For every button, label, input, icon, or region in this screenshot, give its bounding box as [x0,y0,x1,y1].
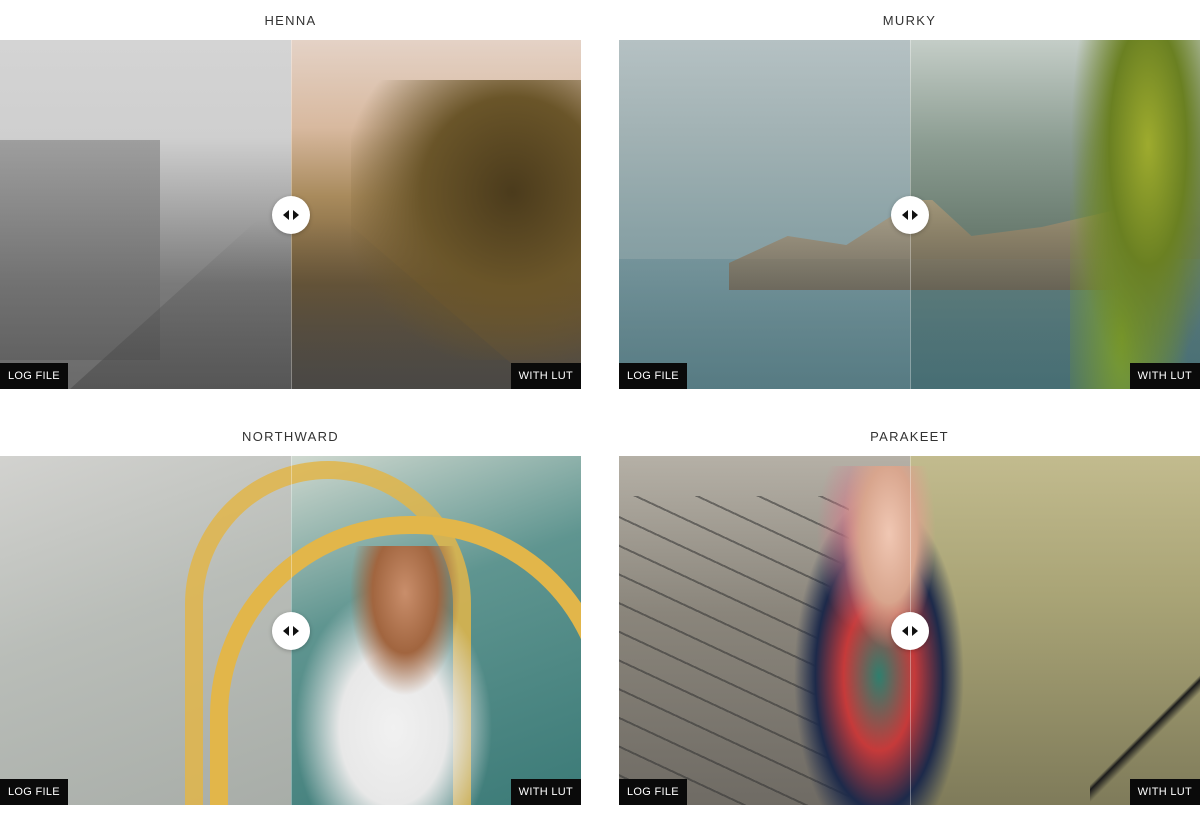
lut-comparison-gallery: HENNA LOG FILE WITH LUT MURKY LOG FILE W… [0,0,1200,824]
slider-handle[interactable] [271,195,310,234]
slider-handle[interactable] [271,611,310,650]
card-title: MURKY [882,13,937,28]
scene-leaves [1070,40,1200,389]
scene-person [779,466,979,805]
scene-person [290,546,520,805]
card-title: PARAKEET [870,429,949,444]
scene-palms [351,80,581,360]
comparison-card-murky: MURKY LOG FILE WITH LUT [619,0,1200,389]
before-after-slider[interactable]: LOG FILE WITH LUT [619,456,1200,805]
before-after-slider[interactable]: LOG FILE WITH LUT [619,40,1200,389]
slider-handle[interactable] [890,611,929,650]
with-lut-label: WITH LUT [1129,363,1200,389]
with-lut-label: WITH LUT [510,779,581,805]
scene-buildings [0,140,160,360]
with-lut-label: WITH LUT [510,363,581,389]
with-lut-label: WITH LUT [1129,779,1200,805]
left-right-arrows-icon [282,625,299,636]
slider-handle[interactable] [890,195,929,234]
comparison-card-parakeet: PARAKEET LOG FILE WITH LUT [619,416,1200,805]
log-file-label: LOG FILE [0,779,68,805]
card-title: NORTHWARD [242,429,339,444]
before-after-slider[interactable]: LOG FILE WITH LUT [0,40,581,389]
log-file-label: LOG FILE [619,779,687,805]
comparison-card-northward: NORTHWARD LOG FILE WITH LUT [0,416,581,805]
before-after-slider[interactable]: LOG FILE WITH LUT [0,456,581,805]
left-right-arrows-icon [901,209,918,220]
left-right-arrows-icon [282,209,299,220]
log-file-label: LOG FILE [619,363,687,389]
left-right-arrows-icon [901,625,918,636]
log-file-label: LOG FILE [0,363,68,389]
comparison-card-henna: HENNA LOG FILE WITH LUT [0,0,581,389]
card-title: HENNA [264,13,317,28]
